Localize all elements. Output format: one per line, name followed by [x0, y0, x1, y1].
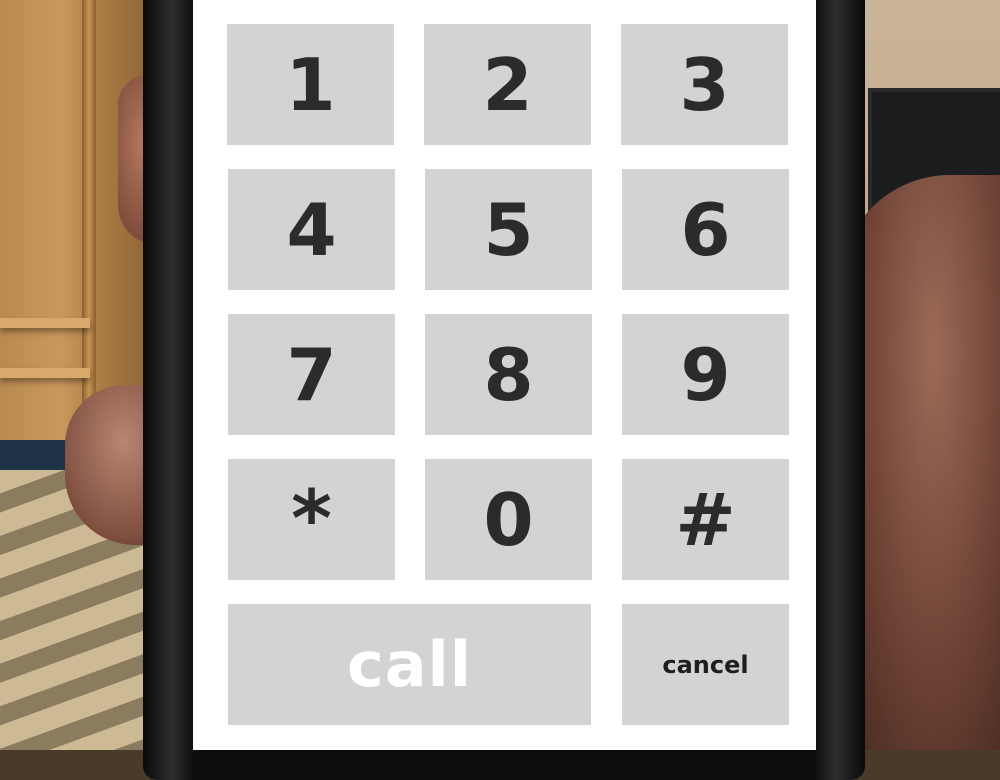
shelf [0, 318, 90, 328]
key-5[interactable]: 5 [425, 169, 592, 290]
key-3[interactable]: 3 [621, 24, 788, 145]
call-button[interactable]: call [228, 604, 591, 725]
key-2[interactable]: 2 [424, 24, 591, 145]
key-star[interactable]: * [228, 459, 395, 580]
shelf [0, 368, 90, 378]
cancel-button[interactable]: cancel [622, 604, 789, 725]
phone-screen: 1 2 3 4 5 6 7 8 9 * 0 # call cancel [193, 0, 816, 750]
key-hash[interactable]: # [622, 459, 789, 580]
key-1[interactable]: 1 [227, 24, 394, 145]
key-0[interactable]: 0 [425, 459, 592, 580]
key-8[interactable]: 8 [425, 314, 592, 435]
key-4[interactable]: 4 [228, 169, 395, 290]
key-6[interactable]: 6 [622, 169, 789, 290]
key-9[interactable]: 9 [622, 314, 789, 435]
door-frame [82, 0, 96, 460]
key-7[interactable]: 7 [228, 314, 395, 435]
